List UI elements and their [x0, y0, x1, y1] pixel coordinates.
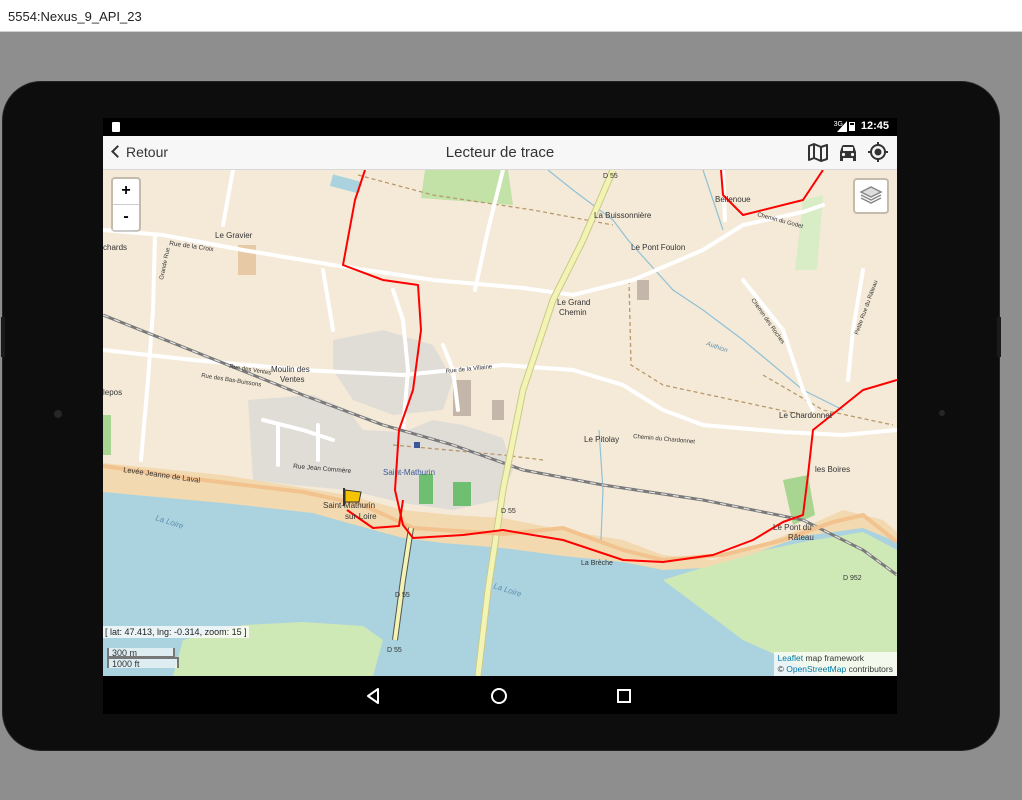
label-lepos: lepos [103, 388, 122, 397]
label-le-gravier: Le Gravier [215, 231, 253, 240]
android-nav-bar [103, 676, 897, 714]
attribution-framework: map framework [803, 653, 865, 663]
scale-imperial: 1000 ft [107, 657, 179, 669]
label-moulin: Moulin des [271, 365, 310, 374]
sports-pitch [453, 482, 471, 506]
status-clock: 12:45 [860, 120, 889, 132]
building [637, 280, 649, 300]
zoom-out-button[interactable]: - [113, 205, 139, 230]
status-bar: 3G 12:45 [103, 118, 897, 136]
leaflet-link[interactable]: Leaflet [778, 653, 804, 663]
signal-icon [837, 121, 847, 132]
layers-icon [859, 186, 883, 204]
label-le-chardonnet: Le Chardonnet [779, 411, 833, 420]
label-le-grand: Le Grand [557, 298, 590, 307]
label-chemin: Chemin [559, 308, 587, 317]
sports-pitch [419, 474, 433, 504]
label-la-buissonniere: La Buissonnière [594, 211, 652, 220]
label-le-pitolay: Le Pitolay [584, 435, 619, 444]
home-nav-icon[interactable] [488, 685, 510, 707]
church-icon [414, 442, 420, 448]
zoom-control: + - [111, 177, 141, 232]
label-d55-bridge: D 55 [395, 592, 410, 599]
zoom-in-button[interactable]: + [113, 179, 139, 205]
label-authion: Authion [704, 340, 728, 355]
scale-bar: 300 m 1000 ft [107, 648, 179, 669]
label-d55-mid: D 55 [501, 508, 516, 515]
attribution-copy: © [777, 664, 787, 674]
map-icon[interactable] [807, 141, 829, 163]
map-tiles: Le Gravier chards Rue de la Croix Grande… [103, 170, 897, 676]
building [492, 400, 504, 420]
toolbar-icons [807, 141, 889, 165]
label-chemin-des-roches: Chemin des Roches [749, 298, 785, 346]
osm-link[interactable]: OpenStreetMap [786, 664, 846, 674]
field-west [103, 415, 111, 455]
coordinates-readout: [ lat: 47.413, lng: -0.314, zoom: 15 ] [103, 626, 249, 638]
label-d952: D 952 [843, 575, 862, 582]
emulator-title: 5554:Nexus_9_API_23 [8, 9, 142, 24]
attribution: Leaflet map framework © OpenStreetMap co… [773, 652, 897, 676]
label-le-pont-foulon: Le Pont Foulon [631, 243, 685, 252]
map-view[interactable]: Le Gravier chards Rue de la Croix Grande… [103, 170, 897, 676]
side-button-left [1, 317, 5, 357]
side-button-right [997, 317, 1001, 357]
attribution-contributors: contributors [846, 664, 893, 674]
emulator-title-bar: 5554:Nexus_9_API_23 [0, 0, 1022, 32]
front-camera [54, 410, 62, 418]
label-grande-rue: Grande Rue [159, 247, 172, 281]
back-nav-icon[interactable] [363, 685, 385, 707]
sd-card-icon [112, 122, 120, 132]
label-d55-top: D 55 [603, 173, 618, 180]
label-sur-loire: sur-Loire [345, 512, 377, 521]
label-les-boires: les Boires [815, 465, 850, 474]
recents-nav-icon[interactable] [613, 685, 635, 707]
device-screen: 3G 12:45 Retour Lecteur de trace Le Grav… [103, 118, 897, 676]
battery-icon [849, 122, 855, 131]
roads [103, 170, 897, 467]
layers-button[interactable] [853, 178, 889, 214]
locate-icon[interactable] [867, 141, 889, 163]
label-bellenoue: Bellenoue [715, 195, 751, 204]
label-d55-bottom: D 55 [387, 647, 402, 654]
label-rateau: Râteau [788, 533, 814, 542]
sensor [939, 410, 945, 416]
label-saint-mathurin: Saint-Mathurin [383, 468, 435, 477]
label-ventes: Ventes [280, 375, 304, 384]
label-chards: chards [103, 243, 127, 252]
page-title: Lecteur de trace [445, 144, 555, 161]
app-bar: Retour Lecteur de trace [103, 136, 897, 170]
car-icon[interactable] [837, 141, 859, 163]
label-le-pont-du: Le Pont du [773, 523, 812, 532]
label-la-breche: La Brèche [581, 560, 613, 567]
label-chemin-du-chardonnet: Chemin du Chardonnet [633, 434, 696, 445]
